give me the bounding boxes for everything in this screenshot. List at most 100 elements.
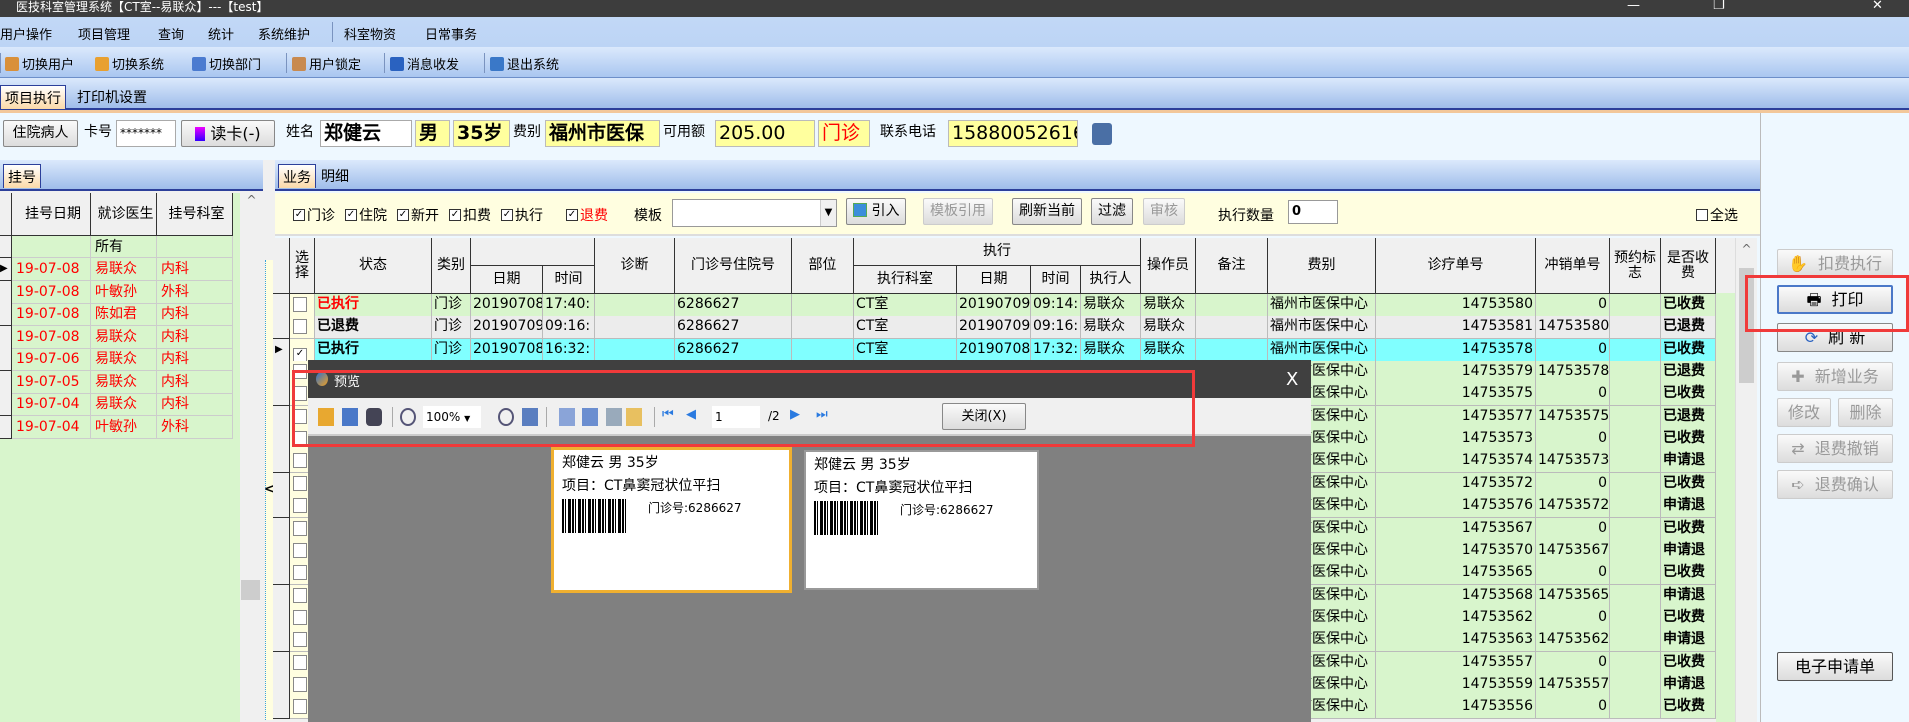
cell-sf[interactable]: 已收费 (1661, 472, 1716, 496)
column-header-type[interactable]: 类别 (432, 238, 471, 294)
phone-icon[interactable] (1092, 123, 1112, 145)
cell-sf[interactable]: 已收费 (1661, 696, 1716, 720)
filter-button[interactable]: 过滤 (1091, 198, 1133, 225)
column-header-dept[interactable]: 执行科室 (854, 266, 957, 294)
cell-part[interactable] (792, 338, 854, 362)
cell-yy[interactable] (1610, 316, 1661, 340)
column-header-part[interactable]: 部位 (792, 238, 854, 294)
filter-5-checkbox[interactable]: ✓ 退费 (566, 205, 608, 225)
row-header[interactable] (273, 450, 290, 474)
column-header-edate[interactable]: 日期 (957, 266, 1031, 294)
checkbox[interactable]: ✓ (293, 347, 307, 361)
checkbox[interactable] (293, 676, 307, 692)
cell-edate[interactable]: 20190709 (957, 316, 1031, 340)
cell-no[interactable]: 14753573 (1376, 428, 1536, 452)
cell-yy[interactable] (1610, 428, 1661, 452)
column-header-sel[interactable]: 选择 (290, 238, 315, 294)
cell-etime[interactable]: 17:32: (1031, 338, 1081, 362)
cell-no[interactable]: 14753570 (1376, 539, 1536, 563)
cell-sf[interactable]: 申请退 (1661, 495, 1716, 519)
cell-sf[interactable]: 申请退 (1661, 673, 1716, 697)
column-header[interactable]: 挂号日期 (12, 193, 91, 236)
column-header-executor[interactable]: 执行人 (1081, 266, 1141, 294)
cell-diag[interactable] (595, 316, 675, 340)
checkbox[interactable] (293, 297, 307, 312)
menu-user-ops[interactable]: 用户操作 (0, 24, 52, 43)
cell-sf[interactable]: 已收费 (1661, 606, 1716, 630)
row-header[interactable] (0, 325, 12, 349)
cell-dept[interactable]: CT室 (854, 294, 957, 317)
table-cell[interactable]: 陈如君 (91, 303, 157, 326)
close-window-button[interactable]: ✕ (1872, 0, 1883, 13)
cell-cx[interactable]: 0 (1536, 294, 1610, 317)
cell-no[interactable]: 14753567 (1376, 517, 1536, 541)
cell-cx[interactable]: 0 (1536, 606, 1610, 630)
cell-no[interactable]: 14753556 (1376, 696, 1536, 720)
cell-note[interactable] (1196, 338, 1268, 362)
checkbox[interactable] (293, 699, 307, 715)
table-cell[interactable]: 叶敏孙 (91, 415, 157, 439)
column-header-cx[interactable]: 冲销单号 (1536, 238, 1610, 294)
checkbox[interactable] (293, 498, 307, 514)
column-header[interactable]: 挂号科室 (157, 193, 233, 236)
cell-sf[interactable]: 已收费 (1661, 517, 1716, 541)
row-header[interactable] (273, 495, 290, 519)
toolbar-info-button[interactable]: 消息收发 (390, 54, 459, 73)
cell-yy[interactable] (1610, 383, 1661, 407)
row-header[interactable] (0, 303, 12, 326)
row-header[interactable] (273, 696, 290, 720)
cell-cx[interactable]: 14753573 (1536, 450, 1610, 474)
row-header[interactable] (273, 629, 290, 653)
maximize-button[interactable]: ❐ (1713, 0, 1725, 13)
filter-3-checkbox[interactable]: ✓ 扣费 (449, 205, 491, 225)
cell-etime[interactable]: 09:16: (1031, 316, 1081, 340)
menu-dept-supplies[interactable]: 科室物资 (344, 24, 396, 43)
row-header[interactable] (273, 562, 290, 586)
cell-sf[interactable]: 已退费 (1661, 316, 1716, 340)
cell-no[interactable]: 14753576 (1376, 495, 1536, 519)
row-select-checkbox[interactable] (290, 294, 315, 317)
table-cell[interactable]: 内科 (157, 370, 233, 394)
cell-cx[interactable]: 0 (1536, 651, 1610, 675)
cell-sf[interactable]: 申请退 (1661, 450, 1716, 474)
checkbox[interactable]: ✓ (397, 209, 409, 221)
row-header[interactable] (273, 428, 290, 452)
table-cell[interactable]: 外科 (157, 415, 233, 439)
cell-type[interactable]: 门诊 (432, 294, 471, 317)
row-header[interactable] (273, 472, 290, 496)
cell-yy[interactable] (1610, 405, 1661, 429)
cell-sf[interactable]: 申请退 (1661, 584, 1716, 608)
filter-0-checkbox[interactable]: ✓ 门诊 (293, 205, 335, 225)
scroll-thumb[interactable] (241, 580, 260, 600)
table-cell[interactable]: 19-07-08 (12, 258, 91, 281)
tab-detail[interactable]: 明细 (317, 164, 353, 188)
cell-yy[interactable] (1610, 629, 1661, 653)
column-header-operator[interactable]: 操作员 (1141, 238, 1196, 294)
checkbox[interactable]: ✓ (501, 209, 513, 221)
row-header[interactable] (0, 415, 12, 439)
chevron-down-icon[interactable]: ▼ (820, 200, 836, 226)
row-header[interactable] (273, 517, 290, 541)
cell-no[interactable]: 14753557 (1376, 651, 1536, 675)
cell-no[interactable]: 14753579 (1376, 361, 1536, 385)
cell-edate[interactable]: 20190708 (957, 338, 1031, 362)
cell-sf[interactable]: 已收费 (1661, 338, 1716, 362)
table-cell[interactable]: 内科 (157, 303, 233, 326)
cell-status[interactable]: 已执行 (315, 338, 432, 362)
cell-sf[interactable]: 已收费 (1661, 383, 1716, 407)
toolbar-exit-button[interactable]: 退出系统 (490, 54, 559, 73)
cell-yy[interactable] (1610, 539, 1661, 563)
column-header-status[interactable]: 状态 (315, 238, 432, 294)
cell-no[interactable]: 14753578 (1376, 338, 1536, 362)
cell-diag[interactable] (595, 294, 675, 317)
read-card-button[interactable]: 读卡(-) (181, 120, 275, 147)
cell-yy[interactable] (1610, 606, 1661, 630)
row-header[interactable] (273, 405, 290, 429)
cell-date[interactable]: 20190708 (471, 338, 543, 362)
dialog-close-icon[interactable]: X (1286, 369, 1298, 390)
row-header[interactable] (273, 361, 290, 385)
cell-date[interactable]: 20190709 (471, 316, 543, 340)
cell-cx[interactable]: 14753562 (1536, 629, 1610, 653)
checkbox[interactable] (293, 632, 307, 648)
checkbox[interactable]: ✓ (345, 209, 357, 221)
